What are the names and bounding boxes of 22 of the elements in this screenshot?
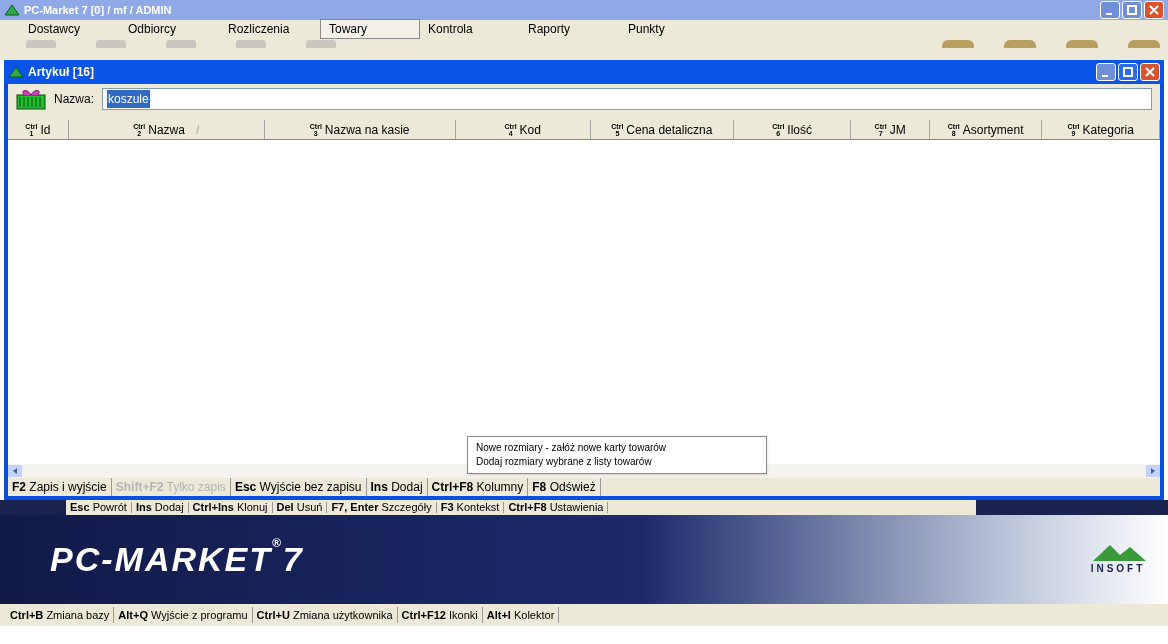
shortcut-hint: Ins Dodaj — [131, 502, 189, 513]
window-title: Artykuł [16] — [28, 64, 95, 81]
shortcut-hint: Ctrl+Ins Klonuj — [188, 502, 273, 513]
shortcut-hint: Ctrl+F8 Ustawienia — [504, 502, 609, 513]
shortcut-hint: Alt+Q Wyjście z programu — [114, 606, 253, 624]
shortcut-hint: Esc Powrót — [66, 502, 132, 513]
shortcut-hint: Ctrl+B Zmiana bazy — [6, 606, 115, 624]
shortcut-hint: Del Usuń — [272, 502, 328, 513]
field-label: Nazwa: — [54, 91, 94, 108]
shortcut-hint: Ctrl+F8 Kolumny — [427, 478, 529, 496]
shortcut-hint: Ins Dodaj — [366, 478, 428, 496]
shortcut-hint: Esc Wyjście bez zapisu — [230, 478, 367, 496]
shortcut-hint: Ctrl+U Zmiana użytkownika — [252, 606, 398, 624]
vendor-logo: INSOFT — [1088, 543, 1148, 576]
shortcut-hint: F2 Zapis i wyjście — [8, 478, 112, 496]
product-logo: PC-MARKET®7 — [50, 535, 304, 580]
shortcut-hint: F3 Kontekst — [436, 502, 505, 513]
shortcut-hint: Ctrl+F12 Ikonki — [397, 606, 483, 624]
shortcut-hint: Alt+I Kolektor — [482, 606, 560, 624]
window-title: PC-Market 7 [0] / mf / ADMIN — [24, 2, 172, 18]
shortcut-hint: F8 Odśwież — [528, 478, 601, 496]
shortcut-hint: F7, Enter Szczegóły — [327, 502, 437, 513]
